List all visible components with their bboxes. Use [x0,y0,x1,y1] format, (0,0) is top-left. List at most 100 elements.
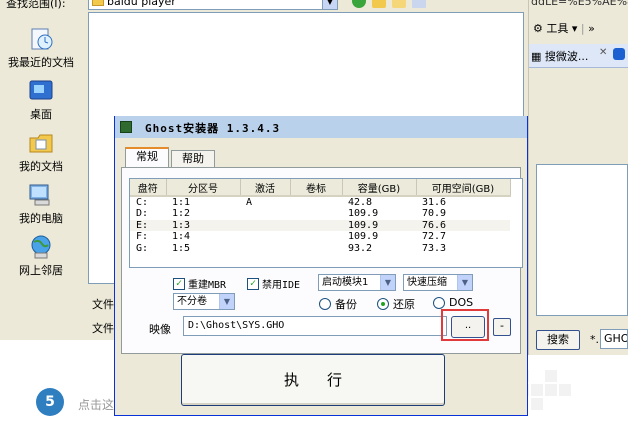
chevron-down-icon: ▾ [571,22,578,35]
chevron-down-icon[interactable]: ▼ [457,275,472,290]
browser-tab[interactable]: ▦ 搜微波... [531,48,588,64]
pattern-input[interactable]: GHO [600,329,628,349]
filename-label: 文件 [92,298,114,311]
place-label: 我最近的文档 [8,56,74,69]
desktop-icon [29,80,53,100]
table-row[interactable]: C: 1:1 A 42.8 31.6 [130,196,510,208]
table-row[interactable]: G: 1:5 93.2 73.3 [130,243,510,255]
my-computer-icon [29,184,50,206]
view-menu-icon[interactable] [412,0,426,8]
cell-label [290,208,342,220]
radio-dot-icon [377,298,389,310]
chevron-down-icon[interactable]: ▼ [322,0,337,9]
browser-tab-bar: ▦ 搜微波... ✕ [529,44,628,68]
cell-drive: G: [136,242,149,254]
cell-partition: 1:3 [166,219,240,231]
cell-free: 70.9 [422,208,447,220]
cell-drive: F: [136,231,149,243]
place-my-computer[interactable]: 我的电脑 [0,182,82,226]
table-header-row: 盘符 分区号 激活 卷标 容量(GB) 可用空间(GB) [130,179,511,197]
paw-icon[interactable] [613,48,625,60]
cell-label [290,243,342,255]
partition-table[interactable]: 盘符 分区号 激活 卷标 容量(GB) 可用空间(GB) C: 1:1 A 42… [129,178,523,268]
place-label: 桌面 [30,108,52,121]
column-header[interactable]: 分区号 [166,179,241,197]
address-fragment: ddLE=%E5%AE%89 [531,0,628,8]
cell-drive: E: [130,219,166,231]
radio-label: DOS [449,296,474,309]
checkbox-label: 重建MBR [188,280,227,291]
cell-active [240,243,290,255]
split-select[interactable]: 不分卷 ▼ [173,293,235,310]
cell-active: A [246,197,253,208]
cell-active [240,208,290,220]
chevron-down-icon[interactable]: ▼ [380,275,395,290]
remove-button[interactable]: - [493,318,511,336]
close-icon[interactable]: ✕ [599,47,607,58]
dos-radio[interactable]: DOS [433,296,473,309]
table-row[interactable]: F: 1:4 109.9 72.7 [130,231,510,243]
place-label: 我的文档 [19,160,63,173]
lookin-label: 查找范围(I): [6,0,66,10]
browse-button[interactable]: .. [451,316,485,338]
select-value: 启动模块1 [322,277,369,288]
table-row[interactable]: D: 1:2 109.9 70.9 [130,208,510,220]
radio-dot-icon [319,298,331,310]
column-header[interactable]: 容量(GB) [342,179,417,197]
cell-capacity: 109.9 [348,231,379,243]
cell-active [240,219,290,231]
lookin-value: baidu player [107,0,176,8]
recent-docs-icon [31,28,53,50]
backup-radio[interactable]: 备份 [319,296,357,312]
new-folder-icon[interactable] [392,0,406,8]
search-results-box[interactable] [536,164,628,316]
search-button[interactable]: 搜索 [536,330,580,350]
cell-label [290,219,342,231]
tools-menu[interactable]: ⚙ 工具 ▾ | » [533,20,595,36]
cell-partition: 1:1 [172,197,191,208]
place-label: 网上邻居 [19,264,63,277]
lookin-dropdown[interactable]: baidu player ▼ [88,0,338,10]
place-network[interactable]: 网上邻居 [0,234,82,278]
chevron-down-icon[interactable]: ▼ [219,294,234,309]
image-label: 映像 [149,323,171,336]
boot-module-select[interactable]: 启动模块1 ▼ [318,274,396,291]
column-header[interactable]: 卷标 [290,179,343,197]
select-value: 不分卷 [177,296,207,307]
ghost-installer-window: Ghost安装器 1.3.4.3 常规 帮助 盘符 分区号 激活 卷标 容量(G… [114,116,528,416]
column-header[interactable]: 可用空间(GB) [416,179,511,197]
up-folder-icon[interactable] [372,0,386,8]
cell-partition: 1:4 [172,231,191,243]
disable-ide-checkbox[interactable]: ✓ 禁用IDE [247,276,300,291]
place-my-documents[interactable]: 我的文档 [0,130,82,174]
back-icon[interactable] [352,0,366,8]
restore-radio[interactable]: 还原 [377,296,415,312]
cell-free: 72.7 [422,231,447,243]
column-header[interactable]: 激活 [240,179,291,197]
lookin-bar: 查找范围(I): baidu player ▼ [0,0,528,12]
tab-help[interactable]: 帮助 [171,150,215,168]
execute-button[interactable]: 执行 [181,354,445,406]
gear-icon: ⚙ [533,22,543,35]
table-row[interactable]: E: 1:3 109.9 76.6 [130,219,510,231]
compression-select[interactable]: 快速压缩 ▼ [403,274,473,291]
cell-label [290,196,342,208]
cell-label [290,231,342,243]
pipe-divider: | [580,22,585,35]
ghost-app-icon [120,121,132,133]
checkbox-label: 禁用IDE [262,280,301,291]
place-recent[interactable]: 我最近的文档 [0,26,82,70]
image-path-input[interactable]: D:\Ghost\SYS.GHO [183,316,447,336]
column-header[interactable]: 盘符 [130,179,167,197]
double-chevron-icon: » [588,22,595,35]
place-label: 我的电脑 [19,212,63,225]
title-bar[interactable]: Ghost安装器 1.3.4.3 [115,116,527,138]
my-documents-icon [29,134,53,153]
step-text: 点击这 [78,398,115,412]
rebuild-mbr-checkbox[interactable]: ✓ 重建MBR [173,276,226,291]
cell-capacity: 109.9 [342,219,416,231]
window-title: Ghost安装器 1.3.4.3 [145,122,281,135]
cell-active [240,231,290,243]
tab-general[interactable]: 常规 [125,147,169,168]
place-desktop[interactable]: 桌面 [0,78,82,122]
